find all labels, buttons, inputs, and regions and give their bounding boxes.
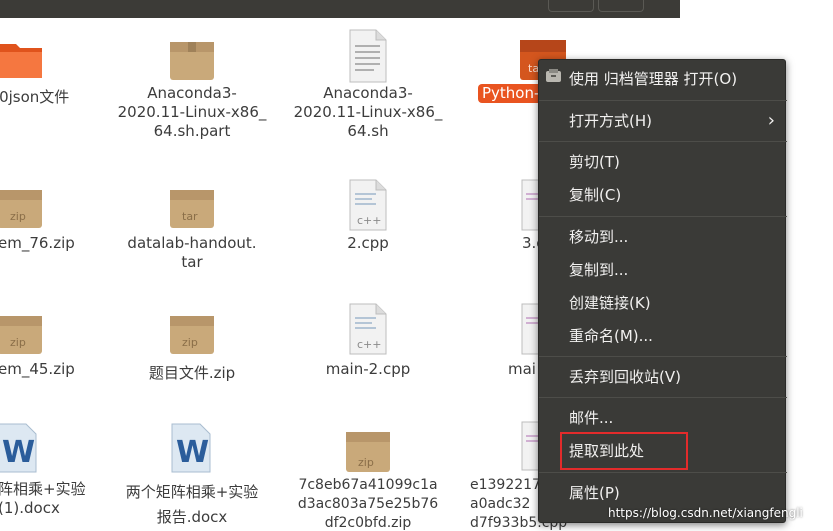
menu-item-move-to-trash[interactable]: 丢弃到回收站(V) [539,362,787,392]
titlebar-button[interactable] [598,0,644,12]
file-label-selected: Python- [478,84,544,103]
menu-item-label: 重命名(M)... [569,327,653,345]
svg-text:zip: zip [10,210,26,223]
menu-item-label: 打开方式(H) [569,112,652,130]
zip-icon: zip [170,316,214,354]
menu-item-create-link[interactable]: 创建链接(K) [539,288,787,318]
file-label: 2.cpp [347,234,389,252]
svg-text:c++: c++ [357,214,381,227]
menu-item-label: 丢弃到回收站(V) [569,368,681,386]
word-icon: W [171,423,211,473]
menu-item-rename[interactable]: 重命名(M)... [539,321,787,351]
window-titlebar [0,0,680,18]
menu-item-copy[interactable]: 复制(C) [539,180,787,210]
svg-text:zip: zip [358,456,374,469]
zip-icon: zip [0,316,42,354]
svg-text:zip: zip [10,336,26,349]
menu-separator [539,397,787,398]
menu-item-label: 创建链接(K) [569,294,651,312]
menu-separator [539,100,787,101]
menu-separator [539,141,787,142]
menu-item-label: 剪切(T) [569,153,620,171]
menu-item-label: 属性(P) [569,484,620,502]
file-label: main-2.cpp [325,360,411,378]
file-label: 7c8eb67a41099c1a d3ac803a75e25b76 df2c0b… [297,477,439,531]
file-label: 题目文件.zip [148,364,236,382]
watermark: https://blog.csdn.net/xiangfengli [608,506,803,520]
highlight-box [560,432,688,470]
tar-icon: tar [170,190,214,228]
cpp-file-icon: c++ [349,303,387,355]
cpp-file-icon [521,303,540,355]
word-icon: W [0,423,37,473]
archive-icon [170,42,214,80]
text-file-icon [349,29,387,83]
menu-item-email[interactable]: 邮件... [539,403,787,433]
cpp-file-icon [521,421,540,471]
file-label: 两个矩阵相乘+实验 报告.docx [125,483,259,526]
cpp-file-icon [521,179,540,231]
menu-item-open-with-archive-manager[interactable]: 使用 归档管理器 打开(O) [539,64,787,94]
file-label: Anaconda3- 2020.11-Linux-x86_ 64.sh [293,84,443,140]
menu-separator [539,356,787,357]
titlebar-button[interactable] [548,0,594,12]
svg-text:W: W [176,435,209,470]
chevron-right-icon: › [767,110,775,131]
menu-item-label: 复制(C) [569,186,622,204]
menu-item-open-with[interactable]: 打开方式(H) › [539,106,787,136]
svg-text:zip: zip [182,336,198,349]
menu-item-label: 移动到... [569,228,629,246]
zip-icon: zip [346,432,390,472]
menu-separator [539,472,787,473]
svg-text:W: W [2,435,35,470]
menu-item-label: 复制到... [569,261,629,279]
folder-icon [0,44,42,78]
menu-item-cut[interactable]: 剪切(T) [539,147,787,177]
zip-icon: zip [0,190,42,228]
file-item-folder-json[interactable]: 000json文件 [0,36,100,116]
svg-text:c++: c++ [357,338,381,351]
file-label: datalab-handout. tar [127,234,257,271]
file-label: Anaconda3- 2020.11-Linux-x86_ 64.sh.part [117,84,267,140]
svg-text:tar: tar [182,210,198,223]
menu-item-move-to[interactable]: 移动到... [539,222,787,252]
cpp-file-icon: c++ [349,179,387,231]
menu-separator [539,216,787,217]
menu-item-properties[interactable]: 属性(P) [539,478,787,508]
menu-item-label: 使用 归档管理器 打开(O) [569,70,738,88]
menu-item-copy-to[interactable]: 复制到... [539,255,787,285]
menu-item-label: 邮件... [569,409,614,427]
